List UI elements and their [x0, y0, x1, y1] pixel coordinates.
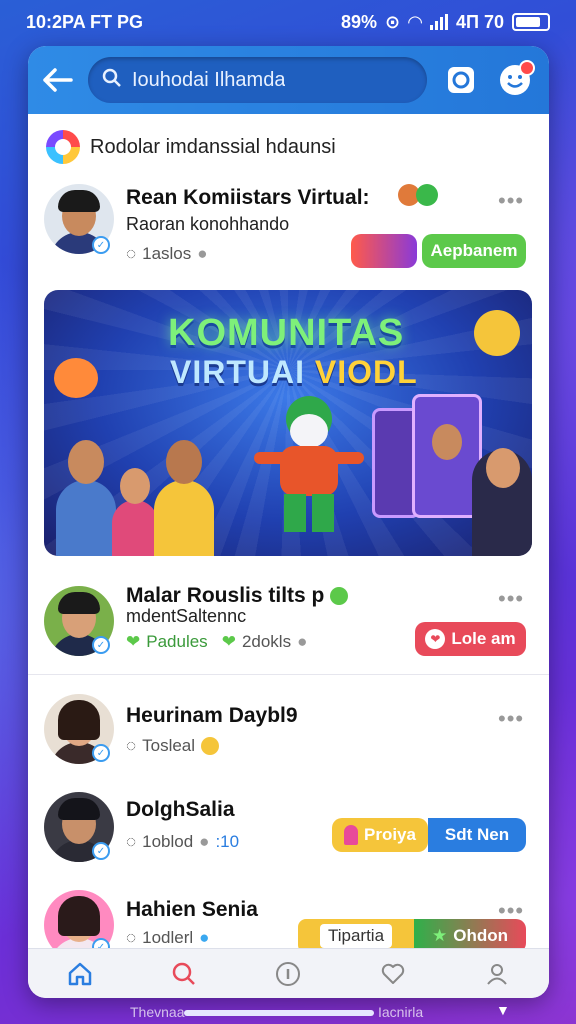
verified-icon: ✓	[92, 842, 110, 860]
join-button[interactable]: Aepbanem	[422, 234, 526, 268]
mascot-illustration	[254, 396, 364, 536]
comment-icon: ◌	[126, 928, 137, 947]
post-subtitle: Raoran konohhando	[126, 214, 290, 234]
post-meta: ◌ 1oblod ● :10	[126, 832, 239, 852]
more-options-icon[interactable]: •••	[498, 188, 524, 214]
post-meta-a: Padules	[146, 632, 208, 651]
more-options-icon[interactable]: •••	[498, 706, 524, 732]
comment-icon: ◌	[126, 832, 137, 851]
battery-icon	[512, 13, 550, 31]
heart-icon: ❤	[221, 632, 236, 651]
section-title: Rodolar imdanssial hdaunsi	[90, 135, 336, 158]
bottom-navigation	[28, 948, 549, 998]
banner-title-line2a: VIRTUAI	[170, 354, 305, 390]
search-icon	[102, 68, 122, 93]
post-author: Malar Rouslis tilts p	[126, 584, 349, 608]
post-author-text: Malar Rouslis tilts p	[126, 584, 325, 607]
user-icon[interactable]	[477, 954, 517, 994]
gesture-bar[interactable]	[184, 1010, 374, 1016]
emoji-thumbnail	[351, 234, 417, 268]
heart-icon: ❤	[126, 632, 141, 651]
network-label: 4Π 70	[455, 11, 504, 32]
camera-icon[interactable]	[441, 60, 481, 100]
star-button-label: Ohdon	[453, 926, 508, 945]
pin-icon: ●	[197, 244, 208, 263]
comment-icon: ◌	[126, 244, 137, 263]
sync-icon: ⊙	[385, 11, 401, 32]
tag-button-label: Tipartia	[319, 924, 393, 948]
emoji-bubble-icon	[54, 358, 98, 398]
search-input[interactable]: Iouhodai Ilhamda	[88, 57, 427, 103]
post-meta-text: 1oblod	[142, 832, 194, 851]
family-illustration	[56, 420, 226, 556]
like-button-label: Lole am	[451, 629, 516, 648]
post-meta-b: 2dokls	[241, 632, 292, 651]
post-meta-text: Tosleal	[142, 736, 196, 755]
post-author: Heurinam Daybl9	[126, 704, 298, 727]
verified-icon: ✓	[92, 744, 110, 762]
divider	[28, 674, 549, 675]
send-button[interactable]: Sdt Nen	[428, 818, 526, 852]
post-meta-text: 1odlerl	[142, 928, 194, 947]
search-nav-icon[interactable]	[164, 954, 204, 994]
status-time: 10:2PA FT PG	[26, 11, 144, 32]
signal-icon	[429, 14, 448, 30]
post-author: Rean Komiistars Virtual:	[126, 186, 370, 209]
feedback-icon[interactable]: ▼	[496, 1002, 510, 1018]
post-meta: ◌ 1aslos ●	[126, 244, 208, 264]
like-button[interactable]: ❤ Lole am	[415, 622, 526, 656]
smile-icon	[330, 587, 349, 606]
footer-left-text: Thevnaa	[130, 1004, 185, 1020]
emoji-mascot-icon	[474, 310, 520, 356]
search-value: Iouhodai Ilhamda	[132, 68, 286, 91]
post-meta-extra: :10	[215, 832, 240, 851]
profile-icon[interactable]	[495, 60, 535, 100]
post-author: DolghSalia	[126, 798, 235, 821]
app-window: Iouhodai Ilhamda Rodolar imdanssial hdau…	[28, 46, 549, 998]
post-subtitle: mdentSaltennc	[126, 606, 247, 626]
post-meta: ❤ Padules ❤ 2dokls ●	[126, 632, 307, 652]
post-meta: ◌ 1odlerl ●	[126, 928, 209, 948]
community-logo-icon	[46, 130, 80, 164]
heart-icon: ❤	[425, 629, 446, 649]
heart-icon[interactable]	[373, 954, 413, 994]
star-icon: ★	[431, 926, 448, 945]
banner-title-line2: VIRTUAI VIODL	[170, 354, 418, 391]
status-indicators: 89% ⊙ ◠ 4Π 70	[341, 12, 550, 33]
pin-icon: ●	[297, 632, 308, 651]
comment-icon: ◌	[126, 736, 137, 755]
verified-icon: ✓	[92, 636, 110, 654]
smile-icon	[201, 737, 220, 755]
status-bar: 10:2PA FT PG 89% ⊙ ◠ 4Π 70	[0, 0, 576, 44]
verified-icon: ✓	[92, 236, 110, 254]
icecream-icon	[344, 825, 358, 845]
premium-button[interactable]: Proiya	[332, 818, 428, 852]
notification-dot	[519, 60, 535, 76]
section-header: Rodolar imdanssial hdaunsi	[28, 114, 549, 176]
battery-percent: 89%	[340, 11, 378, 32]
banner-title-line2b: VIODL	[314, 354, 418, 390]
wifi-icon: ◠	[408, 11, 422, 32]
info-icon[interactable]	[268, 954, 308, 994]
premium-button-label: Proiya	[364, 825, 416, 844]
post-meta: ◌ Tosleal	[126, 736, 220, 756]
post-author: Hahien Senia	[126, 898, 258, 921]
more-options-icon[interactable]: •••	[498, 586, 524, 612]
post-meta-text: 1aslos	[142, 244, 192, 263]
banner-title-line1: KOMUNITAS	[168, 312, 405, 354]
sticker-icon	[398, 184, 440, 208]
banner-image: KOMUNITAS VIRTUAI VIODL	[44, 290, 532, 556]
video-call-screens	[372, 394, 532, 556]
footer-right-text: Iacnirla	[378, 1004, 424, 1020]
pin-icon: ●	[199, 832, 210, 851]
back-icon[interactable]	[42, 64, 74, 96]
pin-icon: ●	[199, 928, 210, 947]
home-icon[interactable]	[60, 954, 100, 994]
top-bar: Iouhodai Ilhamda	[28, 46, 549, 114]
